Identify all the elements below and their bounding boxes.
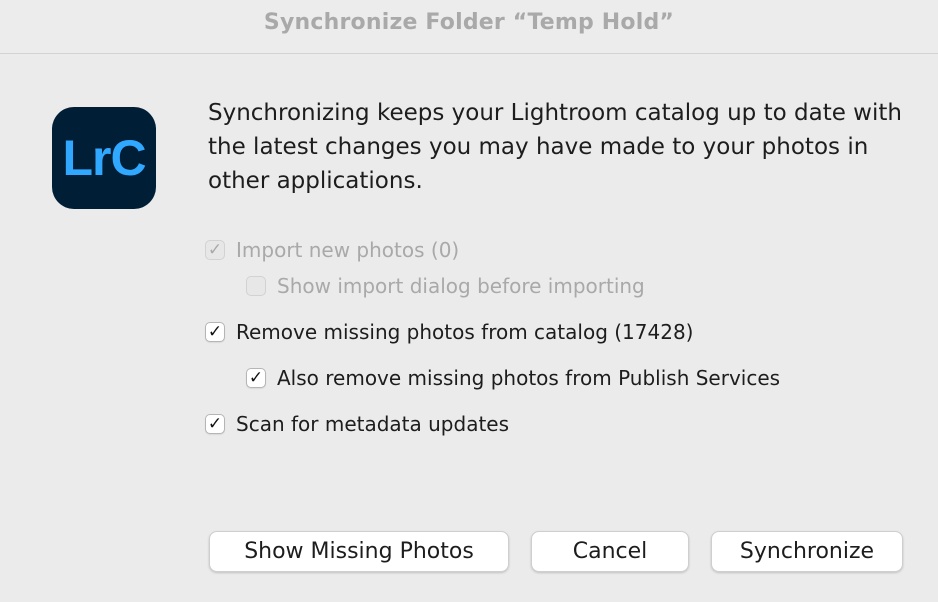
- dialog-message: Synchronizing keeps your Lightroom catal…: [208, 100, 902, 194]
- remove-from-publish-services-checkbox[interactable]: ✓: [246, 368, 266, 388]
- scan-metadata-updates-checkbox[interactable]: ✓: [205, 414, 225, 434]
- remove-from-publish-services-label[interactable]: Also remove missing photos from Publish …: [277, 366, 780, 390]
- import-new-photos-option: ✓ Import new photos (0): [205, 238, 459, 262]
- show-import-dialog-label: Show import dialog before importing: [277, 274, 645, 298]
- remove-from-publish-services-option[interactable]: ✓ Also remove missing photos from Publis…: [246, 366, 780, 390]
- show-missing-photos-button[interactable]: Show Missing Photos: [209, 531, 509, 572]
- import-new-photos-label: Import new photos (0): [236, 238, 460, 262]
- dialog-title: Synchronize Folder “Temp Hold”: [263, 10, 675, 35]
- remove-missing-photos-option[interactable]: ✓ Remove missing photos from catalog (17…: [205, 320, 693, 344]
- scan-metadata-updates-label[interactable]: Scan for metadata updates: [236, 412, 509, 436]
- show-import-dialog-checkbox: [246, 276, 266, 296]
- dialog-titlebar: Synchronize Folder “Temp Hold”: [0, 0, 938, 54]
- synchronize-button[interactable]: Synchronize: [711, 531, 903, 572]
- scan-metadata-updates-option[interactable]: ✓ Scan for metadata updates: [205, 412, 509, 436]
- cancel-button[interactable]: Cancel: [531, 531, 689, 572]
- show-import-dialog-option: Show import dialog before importing: [246, 274, 645, 298]
- app-icon-label: LrC: [62, 130, 146, 186]
- remove-missing-photos-checkbox[interactable]: ✓: [205, 322, 225, 342]
- lightroom-classic-app-icon: LrC: [52, 107, 156, 209]
- remove-missing-photos-label[interactable]: Remove missing photos from catalog (1742…: [236, 320, 693, 344]
- import-new-photos-checkbox: ✓: [205, 240, 225, 260]
